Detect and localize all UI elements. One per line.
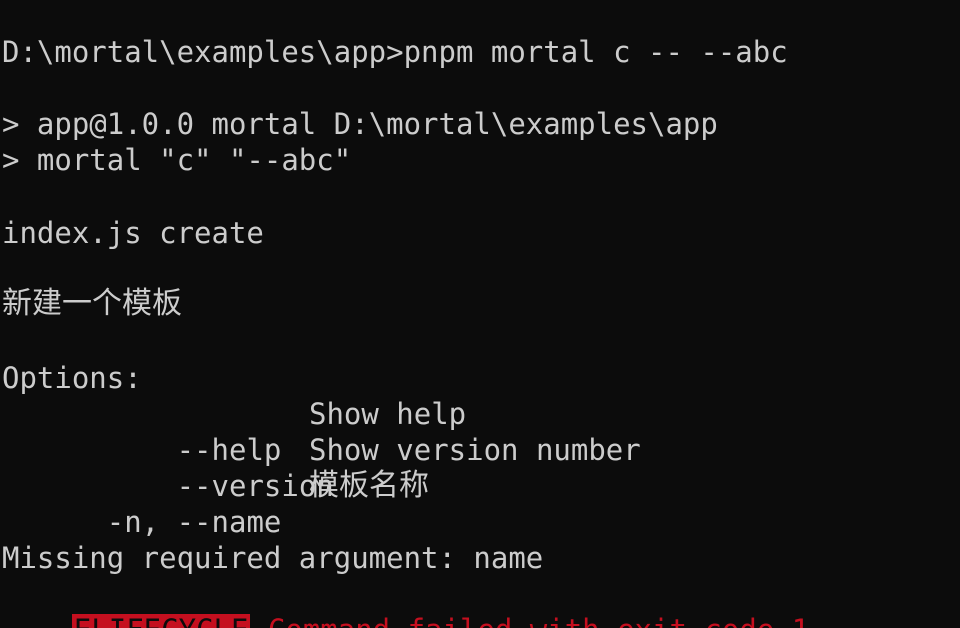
- option-row-version: --version Show version number: [2, 432, 641, 503]
- lifecycle-error-line: ELIFECYCLE Command failed with exit code…: [2, 576, 827, 628]
- option-description: Show help: [309, 397, 467, 431]
- option-row-name: -n, --name 模板名称: [2, 468, 429, 539]
- option-description: Show version number: [309, 433, 641, 467]
- script-info-line: > app@1.0.0 mortal D:\mortal\examples\ap…: [2, 107, 718, 141]
- lifecycle-error-badge: ELIFECYCLE: [71, 614, 251, 628]
- prompt-line: D:\mortal\examples\app>pnpm mortal c -- …: [2, 35, 788, 69]
- option-description: 模板名称: [309, 468, 429, 503]
- missing-argument-line: Missing required argument: name: [2, 541, 544, 575]
- option-row-help: --help Show help: [2, 396, 467, 467]
- command-usage: index.js create: [2, 216, 264, 250]
- terminal-window[interactable]: D:\mortal\examples\app>pnpm mortal c -- …: [0, 0, 960, 628]
- options-header: Options:: [2, 361, 142, 395]
- option-flag: -n, --name: [71, 505, 282, 539]
- script-command-line: > mortal "c" "--abc": [2, 143, 352, 177]
- lifecycle-error-message: Command failed with exit code 1.: [250, 613, 827, 628]
- command-description: 新建一个模板: [2, 286, 182, 321]
